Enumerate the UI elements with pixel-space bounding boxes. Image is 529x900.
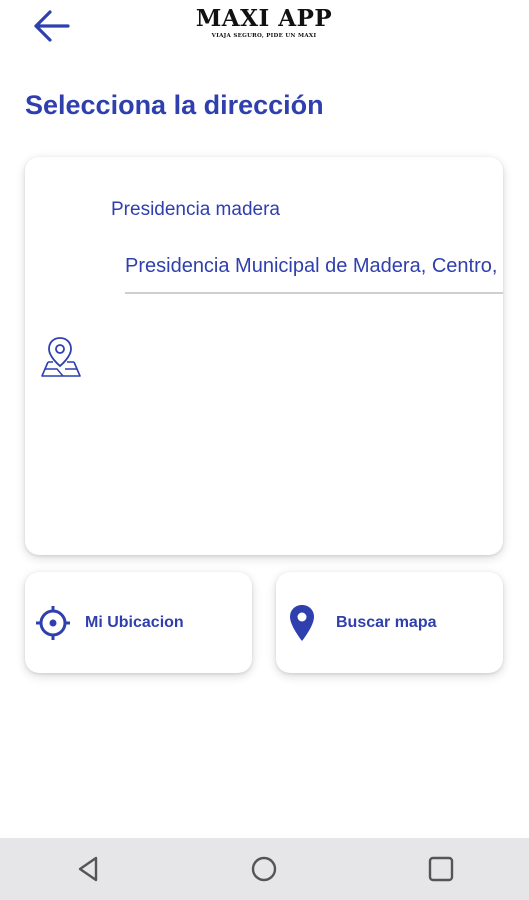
- system-nav-bar: [0, 838, 529, 900]
- square-recents-icon: [428, 856, 454, 882]
- app-header: MAXI APP VIAJA SEGURO, PIDE UN MAXI: [0, 0, 529, 60]
- triangle-back-icon: [78, 856, 98, 882]
- address-field[interactable]: Presidencia Municipal de Madera, Centro,: [125, 255, 503, 294]
- place-name: Presidencia madera: [111, 199, 280, 220]
- back-button[interactable]: [30, 6, 74, 46]
- my-location-label: Mi Ubicacion: [85, 613, 184, 631]
- my-location-button[interactable]: Mi Ubicacion: [25, 572, 252, 673]
- page-title: Selecciona la dirección: [25, 90, 324, 120]
- location-pin-icon: [282, 603, 322, 643]
- nav-recents-button[interactable]: [411, 844, 471, 894]
- search-map-label: Buscar mapa: [336, 613, 437, 631]
- address-card: Presidencia madera Presidencia Municipal…: [25, 157, 503, 555]
- logo-title: MAXI APP: [195, 5, 333, 32]
- nav-back-button[interactable]: [58, 844, 118, 894]
- map-pin-icon: [39, 334, 83, 380]
- app-logo: MAXI APP VIAJA SEGURO, PIDE UN MAXI: [186, 5, 342, 40]
- crosshair-icon: [33, 603, 73, 643]
- arrow-left-icon: [34, 10, 70, 42]
- nav-home-button[interactable]: [234, 844, 294, 894]
- logo-subtitle: VIAJA SEGURO, PIDE UN MAXI: [211, 33, 317, 39]
- circle-home-icon: [252, 856, 277, 882]
- search-map-button[interactable]: Buscar mapa: [276, 572, 503, 673]
